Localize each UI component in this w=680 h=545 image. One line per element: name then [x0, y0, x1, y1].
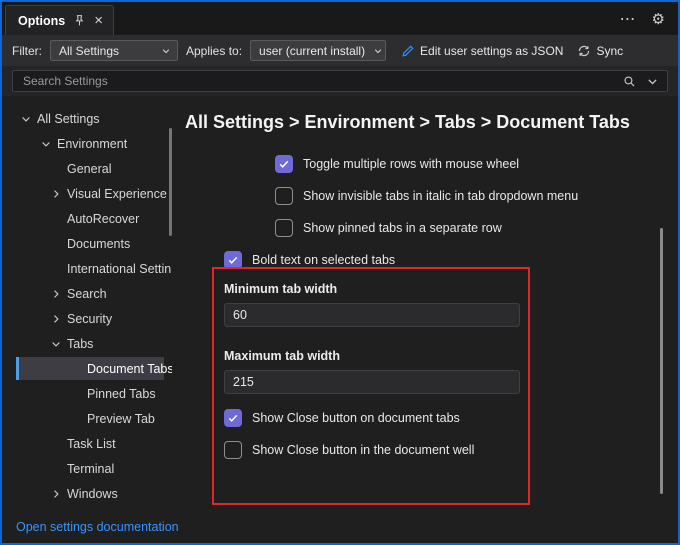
tab-row-settings-group: Toggle multiple rows with mouse wheel Sh…: [275, 154, 678, 238]
sidebar-item-terminal[interactable]: Terminal: [2, 456, 172, 481]
options-window: Options × ⋯ ⚙ Filter: All Settings Appli…: [0, 0, 680, 545]
search-row: [2, 66, 678, 96]
tab-options[interactable]: Options ×: [5, 5, 114, 35]
chevron-right-icon[interactable]: [48, 186, 64, 202]
applies-to-dropdown[interactable]: user (current install): [250, 40, 387, 61]
setting-label: Show pinned tabs in a separate row: [303, 221, 502, 235]
sidebar-item-search[interactable]: Search: [2, 281, 172, 306]
chevron-down-icon: [373, 46, 383, 56]
sync-label: Sync: [596, 43, 624, 58]
chevron-slot: [48, 211, 64, 227]
setting-show-close-button-document-well[interactable]: Show Close button in the document well: [224, 440, 678, 460]
setting-label: Bold text on selected tabs: [252, 253, 396, 267]
settings-toolbar: Filter: All Settings Applies to: user (c…: [2, 35, 678, 66]
sidebar-item-environment[interactable]: Environment: [2, 131, 172, 156]
sidebar-item-task-list[interactable]: Task List: [2, 431, 172, 456]
edit-user-settings-json-label: Edit user settings as JSON: [420, 43, 564, 58]
chevron-right-icon[interactable]: [48, 311, 64, 327]
sidebar-item-document-tabs[interactable]: Document Tabs: [2, 356, 172, 381]
chevron-slot: [48, 461, 64, 477]
minimum-tab-width-input[interactable]: [224, 303, 520, 327]
setting-label: Show Close button in the document well: [252, 443, 475, 457]
sidebar-item-general[interactable]: General: [2, 156, 172, 181]
chevron-down-icon[interactable]: [48, 336, 64, 352]
chevron-down-icon[interactable]: [38, 136, 54, 152]
sync-icon: [579, 45, 590, 56]
setting-label: Toggle multiple rows with mouse wheel: [303, 157, 520, 171]
setting-toggle-multiple-rows[interactable]: Toggle multiple rows with mouse wheel: [275, 154, 678, 174]
search-input[interactable]: [21, 73, 613, 89]
chevron-right-icon[interactable]: [48, 486, 64, 502]
sidebar-item-pinned-tabs[interactable]: Pinned Tabs: [2, 381, 172, 406]
edit-pencil-icon: [402, 45, 414, 57]
edit-user-settings-json-button[interactable]: Edit user settings as JSON: [398, 42, 566, 60]
chevron-slot: [48, 261, 64, 277]
setting-label: Show Close button on document tabs: [252, 411, 460, 425]
checkbox[interactable]: [224, 409, 242, 427]
chevron-down-icon: [161, 46, 171, 56]
chevron-slot: [48, 436, 64, 452]
settings-body: All Settings Environment General Visual …: [2, 96, 678, 511]
sidebar-item-documents[interactable]: Documents: [2, 231, 172, 256]
chevron-slot: [68, 411, 84, 427]
search-icon[interactable]: [623, 75, 636, 88]
filter-dropdown-value: All Settings: [59, 43, 120, 58]
setting-show-close-button-document-tabs[interactable]: Show Close button on document tabs: [224, 408, 678, 428]
chevron-down-icon[interactable]: [646, 75, 659, 88]
open-settings-documentation-link[interactable]: Open settings documentation: [16, 520, 179, 534]
setting-label: Show invisible tabs in italic in tab dro…: [303, 189, 579, 203]
setting-bold-text-selected-tabs[interactable]: Bold text on selected tabs: [224, 250, 678, 270]
maximum-tab-width-label: Maximum tab width: [224, 349, 340, 363]
chevron-slot: [48, 236, 64, 252]
filter-label: Filter:: [12, 43, 42, 58]
sidebar-item-all-settings[interactable]: All Settings: [2, 106, 172, 131]
checkbox[interactable]: [224, 251, 242, 269]
settings-tree: All Settings Environment General Visual …: [2, 96, 172, 511]
chevron-down-icon[interactable]: [18, 111, 34, 127]
sidebar-item-security[interactable]: Security: [2, 306, 172, 331]
footer: Open settings documentation: [2, 511, 678, 543]
applies-to-label: Applies to:: [186, 43, 243, 58]
chevron-slot: [68, 386, 84, 402]
chevron-right-icon[interactable]: [48, 286, 64, 302]
settings-main-pane: All Settings > Environment > Tabs > Docu…: [172, 96, 678, 511]
sidebar-item-autorecover[interactable]: AutoRecover: [2, 206, 172, 231]
search-box[interactable]: [12, 70, 668, 92]
chevron-slot: [48, 161, 64, 177]
more-options-icon[interactable]: ⋯: [620, 9, 637, 29]
breadcrumb: All Settings > Environment > Tabs > Docu…: [185, 112, 630, 132]
applies-to-dropdown-value: user (current install): [259, 43, 366, 58]
chevron-slot: [68, 361, 84, 377]
checkbox[interactable]: [275, 155, 293, 173]
window-controls: ⋯ ⚙: [620, 2, 678, 35]
filter-dropdown[interactable]: All Settings: [50, 40, 178, 61]
gear-icon[interactable]: ⚙: [652, 10, 665, 28]
sidebar-item-tabs[interactable]: Tabs: [2, 331, 172, 356]
checkbox[interactable]: [275, 187, 293, 205]
main-scrollbar[interactable]: [660, 228, 663, 494]
sidebar-item-visual-experience[interactable]: Visual Experience: [2, 181, 172, 206]
pin-icon[interactable]: [73, 14, 86, 27]
minimum-tab-width-label: Minimum tab width: [224, 282, 338, 296]
tab-options-label: Options: [18, 13, 66, 28]
checkbox[interactable]: [275, 219, 293, 237]
setting-show-invisible-tabs-italic[interactable]: Show invisible tabs in italic in tab dro…: [275, 186, 678, 206]
sidebar-item-international-settings[interactable]: International Settin: [2, 256, 172, 281]
close-icon[interactable]: ×: [94, 13, 103, 28]
setting-show-pinned-tabs-separate-row[interactable]: Show pinned tabs in a separate row: [275, 218, 678, 238]
maximum-tab-width-input[interactable]: [224, 370, 520, 394]
sync-button[interactable]: Sync: [574, 42, 626, 60]
tab-bar: Options × ⋯ ⚙: [2, 2, 678, 35]
highlighted-settings-group: Bold text on selected tabs Minimum tab w…: [224, 250, 678, 460]
sidebar-item-windows[interactable]: Windows: [2, 481, 172, 506]
checkbox[interactable]: [224, 441, 242, 459]
sidebar-item-preview-tab[interactable]: Preview Tab: [2, 406, 172, 431]
